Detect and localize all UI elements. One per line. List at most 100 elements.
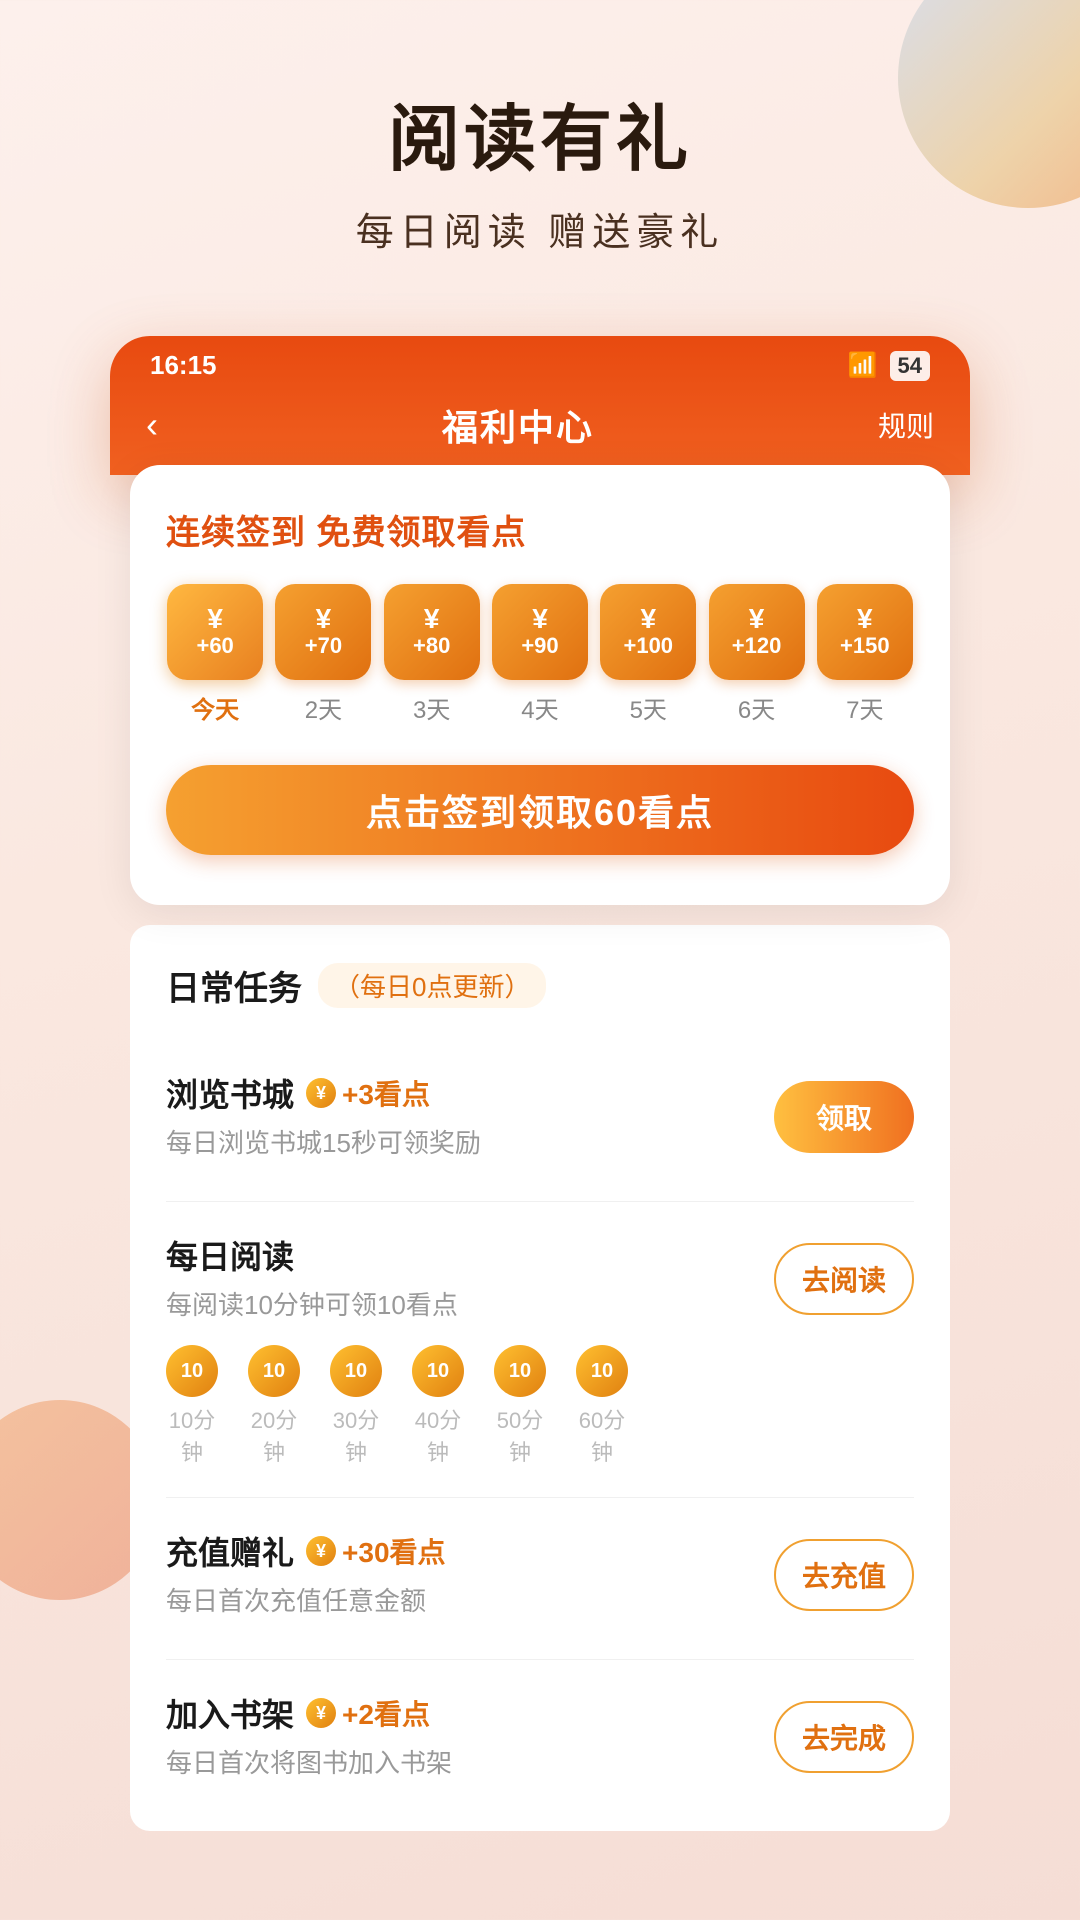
day-coin: ¥ +120 [709,584,805,680]
day-item: ¥ +90 4天 [491,584,589,725]
prog-coin-circle: 10 [166,1345,218,1397]
progress-time-label: 10分钟 [166,1403,218,1467]
coin-symbol: ¥ [207,605,223,633]
day-item: ¥ +70 2天 [274,584,372,725]
signin-card: 连续签到 免费领取看点 ¥ +60 今天 ¥ +70 2天 ¥ +80 3天 ¥… [130,465,950,905]
progress-coin: 10 [412,1345,464,1397]
progress-coin: 10 [576,1345,628,1397]
task-name: 加入书架 [166,1690,294,1736]
task-action-button[interactable]: 去完成 [774,1701,914,1773]
page-subtitle: 每日阅读 赠送豪礼 [0,201,1080,256]
task-info: 加入书架 ¥ +2看点 每日首次将图书加入书架 [166,1690,774,1783]
nav-title: 福利中心 [442,399,594,451]
day-coin: ¥ +150 [817,584,913,680]
progress-coin: 10 [166,1345,218,1397]
progress-coin: 10 [330,1345,382,1397]
day-coin: ¥ +60 [167,584,263,680]
prog-coin-value: 10 [591,1360,613,1383]
page-header: 阅读有礼 每日阅读 赠送豪礼 [0,0,1080,296]
day-label: 5天 [630,690,667,725]
day-label: 2天 [305,690,342,725]
task-reward: ¥ +2看点 [306,1693,430,1733]
prog-coin-circle: 10 [412,1345,464,1397]
prog-coin-circle: 10 [330,1345,382,1397]
tasks-header: 日常任务 （每日0点更新） [166,961,914,1010]
day-coin: ¥ +70 [275,584,371,680]
progress-coin: 10 [494,1345,546,1397]
back-button[interactable]: ‹ [146,404,158,446]
signin-button[interactable]: 点击签到领取60看点 [166,765,914,855]
coin-symbol: ¥ [749,605,765,633]
status-bar: 16:15 📶 54 [110,336,970,389]
coin-icon: ¥ [306,1536,336,1566]
task-desc: 每阅读10分钟可领10看点 [166,1286,774,1325]
task-info: 每日阅读 每阅读10分钟可领10看点 [166,1232,774,1325]
task-name-row: 充值赠礼 ¥ +30看点 [166,1528,774,1574]
task-reward: ¥ +30看点 [306,1531,446,1571]
progress-times-row: 10分钟 20分钟 30分钟 40分钟 50分钟 60分钟 [166,1403,914,1467]
task-row: 每日阅读 每阅读10分钟可领10看点 去阅读 [166,1232,914,1325]
coin-amount: +120 [732,633,782,659]
tasks-update-note: （每日0点更新） [318,963,546,1008]
task-info: 浏览书城 ¥ +3看点 每日浏览书城15秒可领奖励 [166,1070,774,1163]
coin-amount: +150 [840,633,890,659]
prog-coin-value: 10 [427,1360,449,1383]
coin-icon: ¥ [306,1698,336,1728]
task-name-row: 加入书架 ¥ +2看点 [166,1690,774,1736]
tasks-section: 日常任务 （每日0点更新） 浏览书城 ¥ +3看点 每日浏览书城15秒可领奖励 … [130,925,950,1831]
coin-symbol: ¥ [857,605,873,633]
coin-amount: +60 [196,633,233,659]
progress-coins-row: 10 10 10 10 10 10 [166,1345,914,1397]
day-coin: ¥ +100 [600,584,696,680]
prog-coin-value: 10 [345,1360,367,1383]
day-label: 6天 [738,690,775,725]
page-title: 阅读有礼 [0,80,1080,185]
progress-coin: 10 [248,1345,300,1397]
day-item: ¥ +60 今天 [166,584,264,725]
status-time: 16:15 [150,350,217,381]
day-label: 今天 [191,690,239,725]
coin-icon: ¥ [306,1078,336,1108]
prog-coin-value: 10 [263,1360,285,1383]
task-name: 每日阅读 [166,1232,294,1278]
task-desc: 每日首次充值任意金额 [166,1582,774,1621]
status-icons: 📶 54 [848,351,930,381]
day-item: ¥ +150 7天 [816,584,914,725]
day-label: 4天 [521,690,558,725]
battery-indicator: 54 [890,351,930,381]
reward-text: +30看点 [342,1531,446,1571]
day-label: 7天 [846,690,883,725]
task-reward: ¥ +3看点 [306,1073,430,1113]
task-name: 充值赠礼 [166,1528,294,1574]
signin-title: 连续签到 免费领取看点 [166,505,914,554]
phone-mockup: 16:15 📶 54 ‹ 福利中心 规则 连续签到 免费领取看点 ¥ +60 今… [110,336,970,1831]
task-action-button[interactable]: 领取 [774,1081,914,1153]
task-name: 浏览书城 [166,1070,294,1116]
progress-time-label: 60分钟 [576,1403,628,1467]
tasks-title: 日常任务 [166,961,302,1010]
day-coin: ¥ +90 [492,584,588,680]
coin-symbol: ¥ [424,605,440,633]
task-desc: 每日浏览书城15秒可领奖励 [166,1124,774,1163]
coin-amount: +80 [413,633,450,659]
day-item: ¥ +80 3天 [383,584,481,725]
prog-coin-circle: 10 [248,1345,300,1397]
day-item: ¥ +120 6天 [707,584,805,725]
task-row: 充值赠礼 ¥ +30看点 每日首次充值任意金额 去充值 [166,1528,914,1621]
prog-coin-value: 10 [181,1360,203,1383]
rules-button[interactable]: 规则 [878,405,934,445]
coin-amount: +100 [623,633,673,659]
task-item: 浏览书城 ¥ +3看点 每日浏览书城15秒可领奖励 领取 [166,1040,914,1202]
progress-time-label: 30分钟 [330,1403,382,1467]
wifi-icon: 📶 [848,351,878,380]
prog-coin-circle: 10 [494,1345,546,1397]
days-row: ¥ +60 今天 ¥ +70 2天 ¥ +80 3天 ¥ +90 4天 ¥ +1… [166,584,914,725]
reward-text: +3看点 [342,1073,430,1113]
task-info: 充值赠礼 ¥ +30看点 每日首次充值任意金额 [166,1528,774,1621]
task-action-button[interactable]: 去阅读 [774,1243,914,1315]
task-name-row: 每日阅读 [166,1232,774,1278]
task-action-button[interactable]: 去充值 [774,1539,914,1611]
progress-time-label: 40分钟 [412,1403,464,1467]
coin-symbol: ¥ [532,605,548,633]
coin-symbol: ¥ [640,605,656,633]
